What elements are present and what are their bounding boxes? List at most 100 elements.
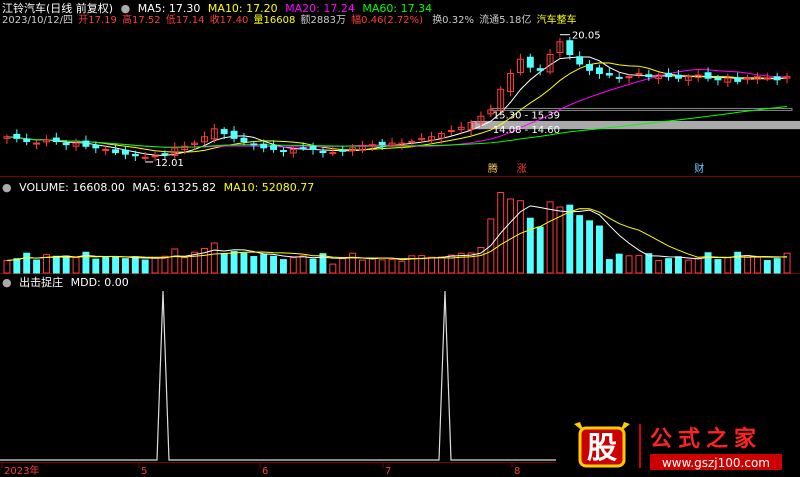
volume-settings-icon[interactable]: ● [2, 181, 12, 194]
candle-body [299, 147, 307, 150]
volume-bar [615, 253, 623, 274]
close-value: 收17.40 [209, 15, 249, 26]
candle-body [536, 68, 544, 71]
volume-bar [358, 259, 366, 274]
volume-bar [33, 259, 41, 274]
volume-bar [171, 248, 179, 274]
amount-value: 额2883万 [300, 15, 346, 26]
candle-body [240, 137, 248, 143]
volume-bar [645, 253, 653, 274]
candle-body [625, 76, 633, 79]
volume-bar [112, 256, 120, 274]
volume-bar [161, 255, 169, 274]
candle-body [33, 142, 41, 145]
x-axis-label: 6 [262, 466, 268, 477]
candle-body [665, 72, 673, 78]
volume-ma5-line [6, 205, 788, 262]
volume-bar [131, 256, 139, 274]
volume-bar [329, 263, 337, 274]
volume-bar [52, 255, 60, 274]
volume-ma5: MA5: 61325.82 [132, 181, 217, 194]
candle-body [131, 153, 139, 157]
volume-bar [141, 259, 149, 274]
volume-bar [566, 204, 574, 274]
volume-bar [674, 256, 682, 274]
watermark-text: 公式之家 [650, 426, 762, 452]
candle-body [260, 143, 268, 149]
candle-body [339, 149, 347, 152]
volume-bar [586, 220, 594, 274]
gap1-label: 15.30 - 15.39 [493, 110, 560, 121]
float-cap-value: 流通5.18亿 [479, 15, 532, 26]
change-value: 幅0.46(2.72%) [351, 15, 423, 26]
volume-bar [605, 259, 613, 274]
candle-body [586, 64, 594, 71]
volume-bar [23, 252, 31, 274]
candle-body [595, 67, 603, 74]
volume-bar [388, 259, 396, 274]
volume-bar [368, 257, 376, 274]
candle-body [250, 143, 258, 146]
volume-bar [260, 254, 268, 274]
watermark-url: www.gszj100.com [662, 456, 770, 470]
volume-bar [763, 260, 771, 274]
volume-bar [13, 258, 21, 274]
candle-body [645, 74, 653, 78]
volume-bar [684, 259, 692, 274]
candle-body [309, 145, 317, 150]
candle-body [279, 150, 287, 153]
candle-body [62, 142, 70, 146]
event-tag-1: 腾 [488, 162, 498, 175]
volume-bar [289, 257, 297, 274]
event-tag-2: 涨 [517, 163, 527, 175]
mdd-indicator-line [0, 290, 556, 461]
volume-bar [783, 252, 791, 274]
candle-body [102, 148, 110, 151]
candle-body [744, 77, 752, 80]
volume-bar [151, 257, 159, 274]
candle-body [92, 144, 100, 149]
volume-bar [625, 255, 633, 274]
event-tag-3: 财 [694, 162, 704, 175]
candle-body [773, 76, 781, 81]
volume-bar [339, 258, 347, 274]
candle-body [576, 56, 584, 65]
volume-bar [694, 257, 702, 274]
volume-bar [92, 258, 100, 274]
volume-bar [714, 259, 722, 274]
volume-bar [279, 259, 287, 274]
candle-body [151, 155, 159, 158]
candle-body [408, 141, 416, 144]
open-value: 开17.19 [78, 15, 117, 26]
ohlc-header: 2023/10/12/四 开17.19 高17.52 低17.14 收17.40… [2, 14, 581, 27]
candle-body [220, 129, 228, 135]
volume-ma10: MA10: 52080.77 [223, 181, 315, 194]
low-price-label: 12.01 [155, 158, 184, 169]
volume-bar [576, 215, 584, 274]
volume-bar [378, 259, 386, 274]
indicator-settings-icon[interactable]: ● [2, 276, 12, 289]
volume-bar [546, 201, 554, 274]
stock-chart: 20.05 12.01 15.30 - 15.39 14.08 - 14.60 腾 涨 财 2… [0, 31, 800, 477]
candle-body [378, 141, 386, 146]
volume-bar [210, 242, 218, 274]
volume-bar [437, 256, 445, 274]
indicator-value: MDD: 0.00 [70, 276, 129, 289]
candle-body [714, 77, 722, 81]
x-axis-label: 5 [141, 466, 147, 477]
volume-bar [240, 252, 248, 274]
candle-body [52, 137, 60, 143]
volume-bar [181, 257, 189, 274]
candle-body [566, 40, 574, 55]
volume-bar [349, 252, 357, 274]
candle-body [161, 153, 169, 156]
sector-link[interactable]: 汽车整车 [537, 15, 577, 26]
volume-bar [595, 225, 603, 274]
date-label: 2023/10/12/四 [2, 15, 74, 26]
indicator-name[interactable]: 出击捉庄 [19, 276, 63, 289]
volume-bar [230, 251, 238, 274]
volume-bar [3, 260, 11, 274]
volume-label: VOLUME: 16608.00 [19, 181, 125, 194]
candle-body [734, 77, 742, 82]
x-axis-label: 8 [514, 466, 520, 477]
